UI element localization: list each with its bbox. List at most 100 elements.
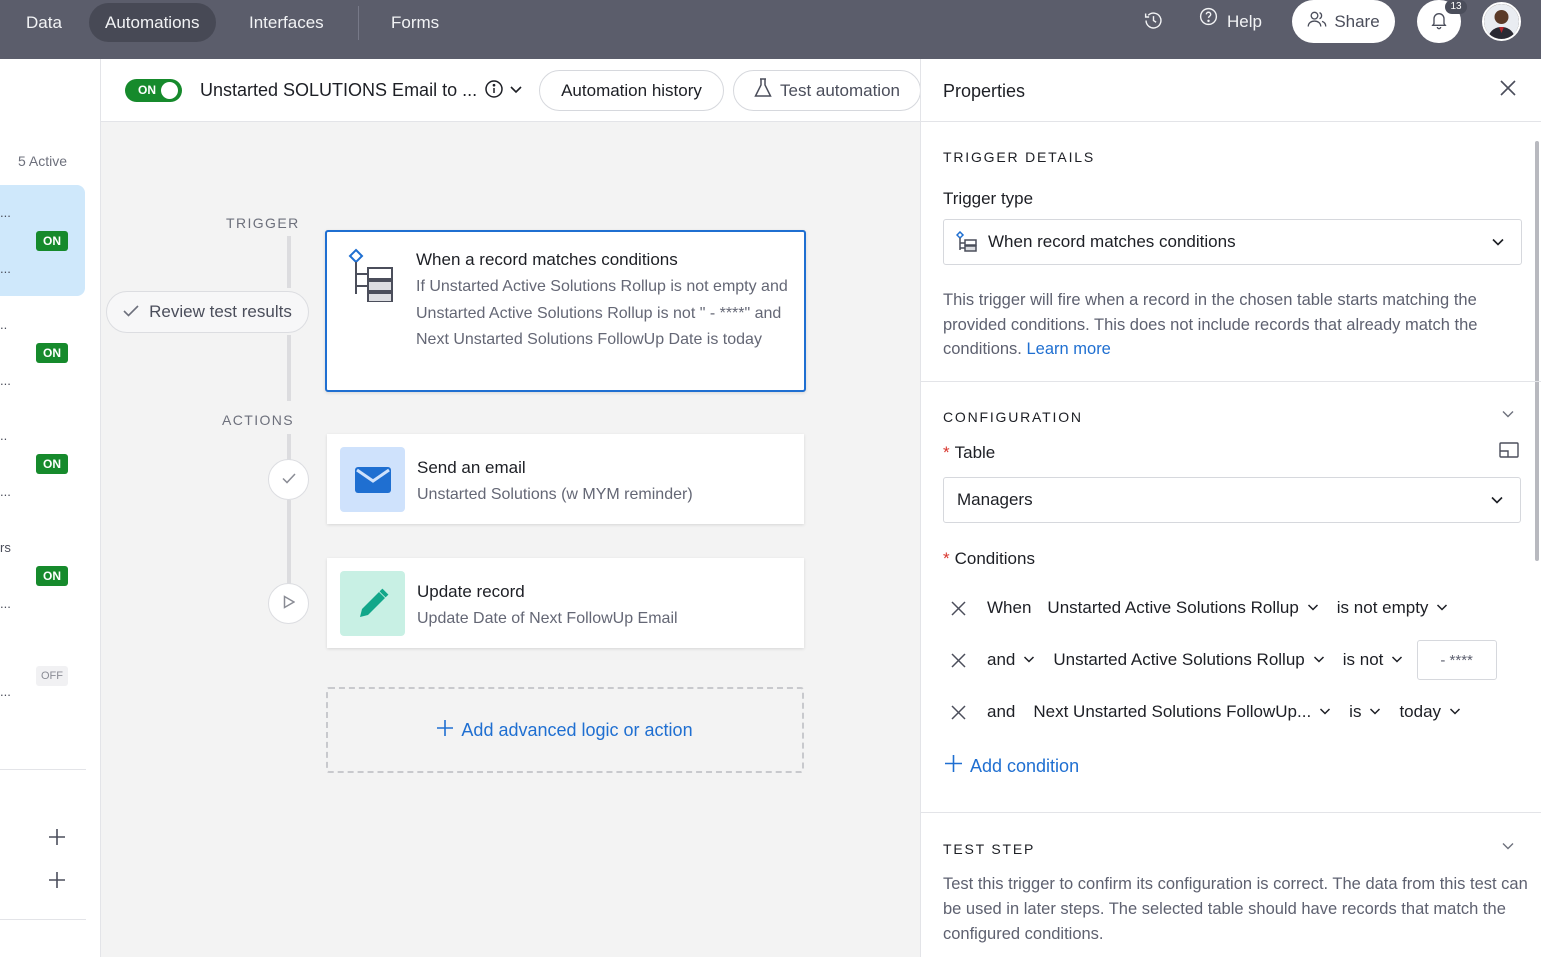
- automation-name[interactable]: Unstarted SOLUTIONS Email to ...: [200, 80, 477, 101]
- rail-divider: [0, 919, 86, 920]
- check-icon: [281, 471, 296, 488]
- run-step-button[interactable]: [268, 583, 309, 624]
- check-icon: [123, 302, 139, 322]
- condition-field: Unstarted Active Solutions Rollup: [1047, 598, 1299, 617]
- automation-info-dropdown[interactable]: [484, 79, 523, 103]
- required-asterisk: *: [943, 549, 950, 568]
- automation-list-item[interactable]: OFF ...: [0, 631, 85, 742]
- remove-condition-icon[interactable]: [943, 645, 973, 675]
- properties-panel: Properties TRIGGER DETAILS Trigger type …: [920, 59, 1541, 957]
- plus-icon: [945, 755, 962, 777]
- automation-on-toggle[interactable]: ON: [125, 79, 182, 102]
- play-icon: [283, 594, 295, 613]
- flask-icon: [754, 78, 772, 103]
- remove-condition-icon[interactable]: [943, 697, 973, 727]
- required-asterisk: *: [943, 443, 950, 462]
- automation-item-sub: ...: [0, 261, 11, 276]
- condition-operator-select[interactable]: is not empty: [1337, 598, 1449, 618]
- flow-connector: [287, 335, 291, 401]
- close-icon[interactable]: [1499, 79, 1517, 101]
- condition-operator: is not empty: [1336, 598, 1429, 617]
- history-icon[interactable]: [1143, 10, 1164, 35]
- tab-interfaces[interactable]: Interfaces: [233, 3, 340, 42]
- trigger-card[interactable]: When a record matches conditions If Unst…: [325, 230, 806, 392]
- chevron-down-icon: [1369, 702, 1381, 722]
- step-status-indicator: [268, 459, 309, 500]
- trigger-description: This trigger will fire when a record in …: [943, 288, 1523, 362]
- automation-list-item[interactable]: rs ON ...: [0, 520, 85, 631]
- automation-item-name: ..: [0, 428, 8, 443]
- bell-icon: [1429, 9, 1449, 34]
- tab-data[interactable]: Data: [10, 3, 78, 42]
- status-badge-on: ON: [36, 231, 68, 251]
- toggle-label: ON: [138, 83, 156, 97]
- condition-joiner-select[interactable]: and: [987, 650, 1035, 670]
- action-card-update-record[interactable]: Update record Update Date of Next Follow…: [327, 558, 804, 648]
- condition-value-select[interactable]: today: [1399, 702, 1461, 722]
- table-label: * Table: [943, 443, 995, 463]
- share-button[interactable]: Share: [1292, 0, 1395, 43]
- actions-section-label: ACTIONS: [222, 412, 295, 428]
- configuration-heading: CONFIGURATION: [943, 409, 1083, 425]
- condition-operator-select[interactable]: is: [1349, 702, 1381, 722]
- chevron-down-icon: [1023, 650, 1035, 670]
- test-step-description: Test this trigger to confirm its configu…: [943, 875, 1528, 943]
- automation-item-sub: ...: [0, 484, 11, 499]
- share-label: Share: [1334, 11, 1380, 31]
- conditions-label-text: Conditions: [954, 549, 1035, 568]
- automation-list-item[interactable]: ... ON ...: [0, 185, 85, 296]
- chevron-down-icon[interactable]: [1501, 407, 1515, 425]
- action-card-title: Send an email: [417, 458, 526, 477]
- chevron-down-icon: [1490, 493, 1504, 507]
- remove-condition-icon[interactable]: [943, 593, 973, 623]
- automation-list-item[interactable]: .. ON ...: [0, 297, 85, 408]
- automation-header: ON Unstarted SOLUTIONS Email to ... Auto…: [101, 59, 921, 122]
- properties-scrollbar[interactable]: [1535, 141, 1539, 561]
- automation-canvas: TRIGGER ACTIONS Review test results When…: [101, 122, 920, 957]
- trigger-details-heading: TRIGGER DETAILS: [943, 149, 1095, 165]
- user-avatar[interactable]: [1482, 2, 1521, 41]
- learn-more-link[interactable]: Learn more: [1026, 340, 1110, 358]
- automations-list-rail: 5 Active ... ON ... .. ON ... .. ON ... …: [0, 59, 101, 957]
- condition-field: Next Unstarted Solutions FollowUp...: [1033, 702, 1312, 721]
- status-badge-on: ON: [36, 454, 68, 474]
- automation-list-item[interactable]: .. ON ...: [0, 408, 85, 519]
- chevron-down-icon: [1313, 650, 1325, 670]
- condition-field-select[interactable]: Next Unstarted Solutions FollowUp...: [1033, 702, 1331, 722]
- tab-automations[interactable]: Automations: [89, 3, 216, 42]
- chevron-down-icon: [1491, 235, 1505, 249]
- chevron-down-icon[interactable]: [1501, 839, 1515, 857]
- add-section-button[interactable]: [46, 871, 68, 893]
- review-test-results-button[interactable]: Review test results: [106, 291, 309, 333]
- condition-field-select[interactable]: Unstarted Active Solutions Rollup: [1047, 598, 1318, 618]
- record-conditions-icon: [347, 248, 397, 306]
- condition-field: Unstarted Active Solutions Rollup: [1053, 650, 1305, 669]
- table-select[interactable]: Managers: [943, 477, 1521, 523]
- add-automation-button[interactable]: [46, 828, 68, 850]
- add-advanced-logic-button[interactable]: Add advanced logic or action: [326, 687, 804, 773]
- condition-field-select[interactable]: Unstarted Active Solutions Rollup: [1053, 650, 1324, 670]
- notification-count-badge: 13: [1445, 0, 1467, 14]
- condition-value-input[interactable]: - ****: [1417, 640, 1498, 680]
- trigger-type-label: Trigger type: [943, 189, 1034, 208]
- trigger-type-select[interactable]: When record matches conditions: [943, 219, 1522, 265]
- condition-operator-select[interactable]: is not: [1343, 650, 1404, 670]
- review-test-results-label: Review test results: [149, 302, 292, 321]
- add-condition-button[interactable]: Add condition: [945, 755, 1079, 777]
- status-badge-on: ON: [36, 566, 68, 586]
- condition-operator: is: [1349, 702, 1362, 721]
- automation-item-sub: ...: [0, 373, 11, 388]
- status-badge-off: OFF: [36, 666, 68, 686]
- automation-history-button[interactable]: Automation history: [539, 70, 724, 111]
- tab-forms[interactable]: Forms: [375, 3, 455, 42]
- action-card-send-email[interactable]: Send an email Unstarted Solutions (w MYM…: [327, 434, 804, 524]
- test-automation-button[interactable]: Test automation: [733, 70, 921, 111]
- properties-title: Properties: [943, 81, 1026, 101]
- action-card-title: Update record: [417, 582, 525, 601]
- condition-joiner: and: [987, 650, 1016, 669]
- expand-table-icon[interactable]: [1499, 442, 1519, 462]
- action-card-subtitle: Unstarted Solutions (w MYM reminder): [417, 486, 693, 503]
- help-button[interactable]: Help: [1198, 4, 1262, 40]
- automation-history-label: Automation history: [561, 80, 702, 100]
- record-conditions-icon: [956, 231, 978, 253]
